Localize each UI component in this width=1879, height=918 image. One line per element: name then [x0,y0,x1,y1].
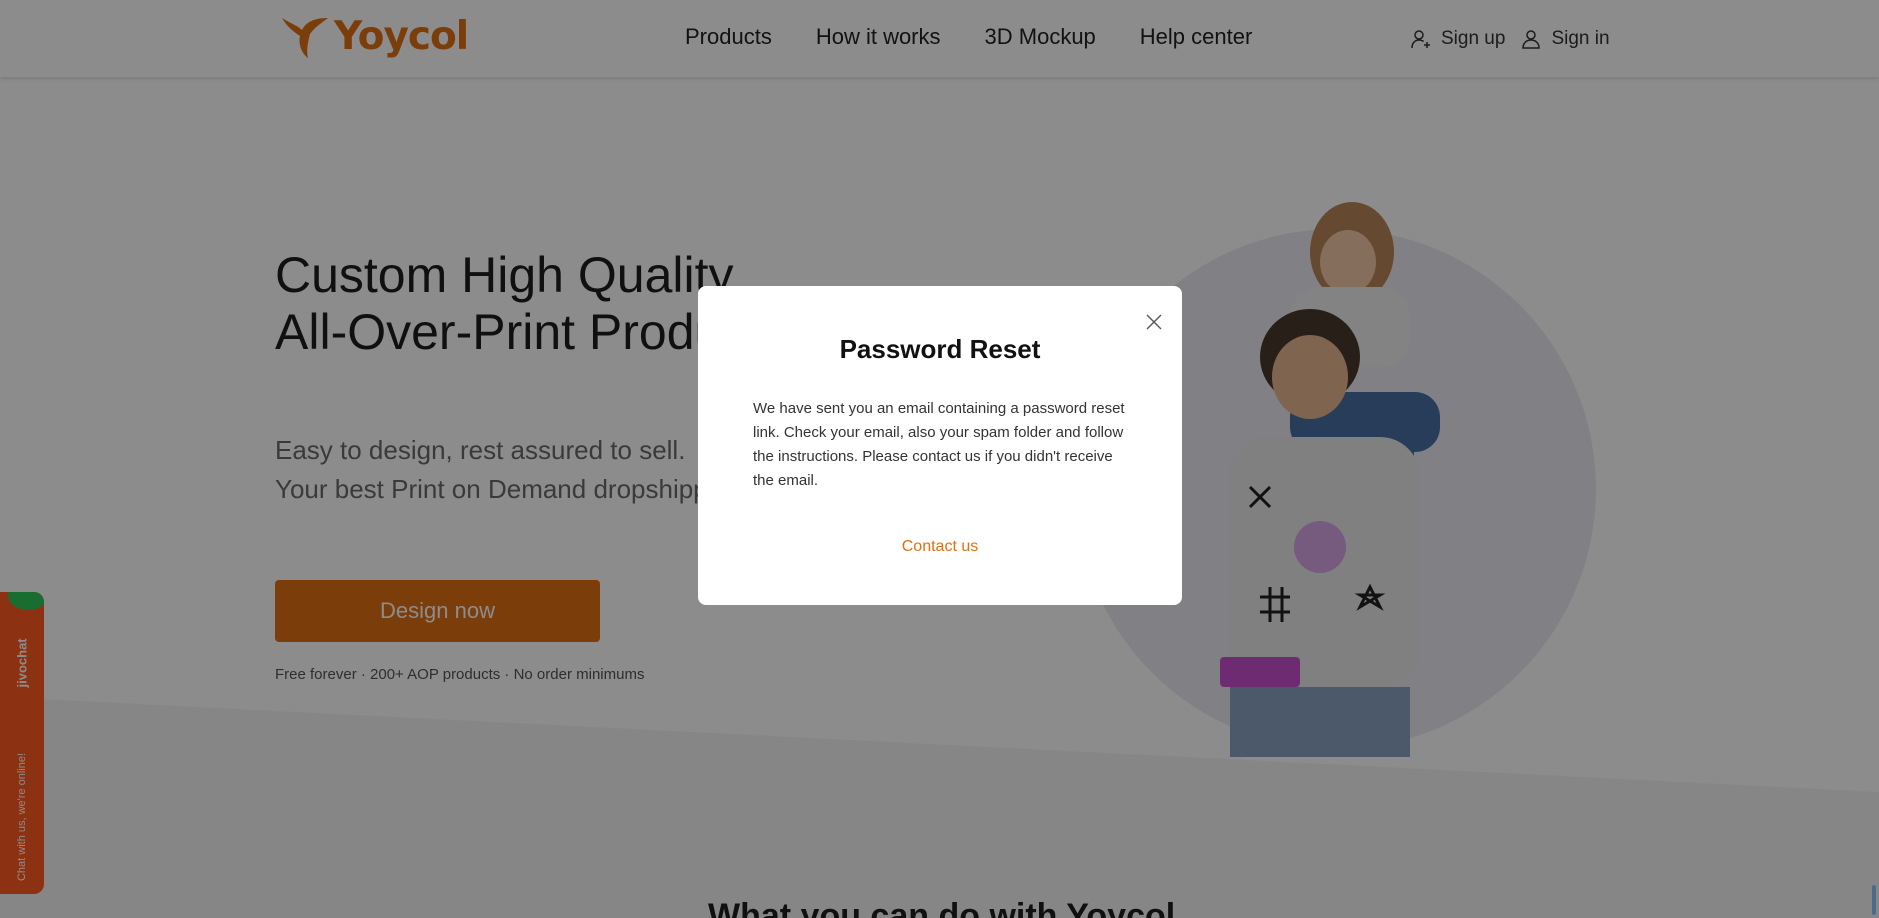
close-icon [1146,314,1162,330]
dialog-message: We have sent you an email containing a p… [753,400,1125,489]
password-reset-dialog: Password Reset We have sent you an email… [698,286,1182,605]
scrollbar-thumb[interactable] [1872,885,1876,915]
contact-us-link[interactable]: Contact us [698,538,1182,556]
dialog-title: Password Reset [839,334,1041,364]
